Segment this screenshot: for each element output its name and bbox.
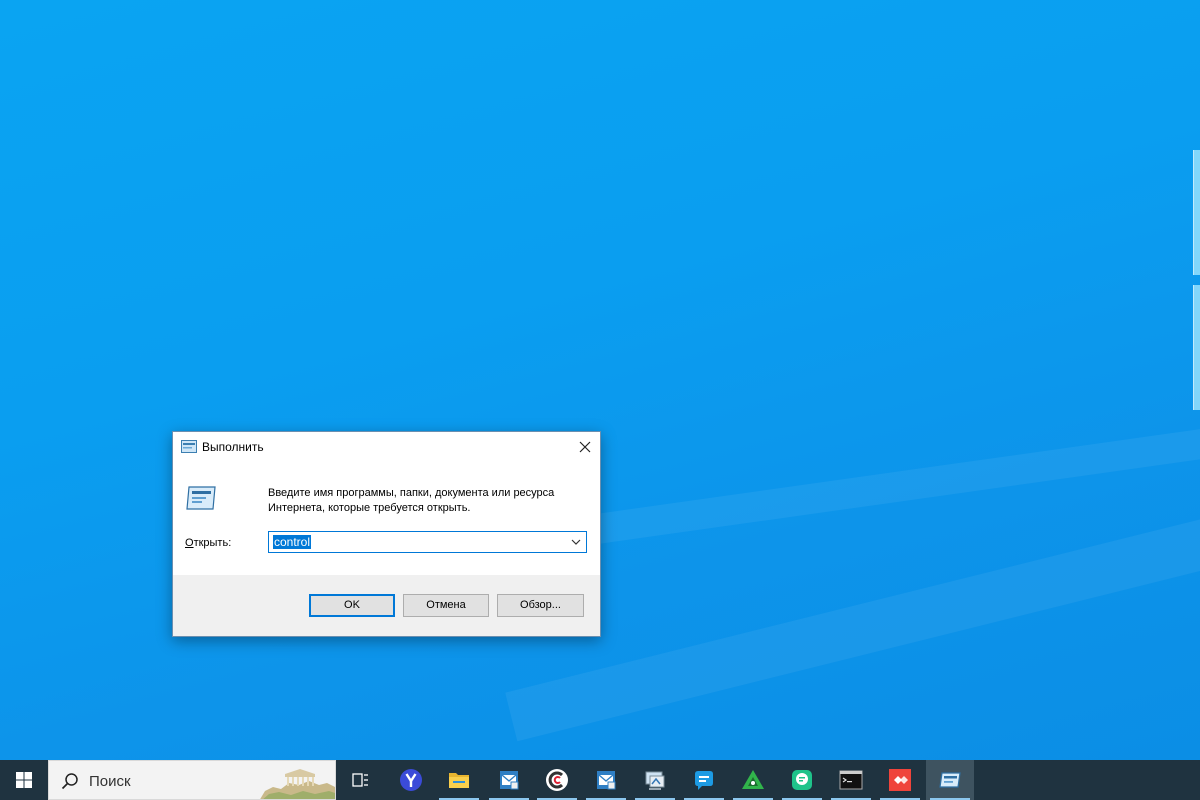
dialog-description: Введите имя программы, папки, документа …	[268, 487, 555, 514]
close-icon	[579, 441, 591, 453]
taskbar-app-mail-1[interactable]	[485, 760, 533, 800]
desktop-background: Выполнить Введите имя программы, папки, …	[0, 0, 1200, 760]
remote-desktop-icon	[645, 771, 665, 790]
taskbar-app-terminal[interactable]	[827, 760, 875, 800]
folder-icon	[449, 773, 469, 788]
cancel-button[interactable]: Отмена	[403, 594, 489, 617]
chevron-down-icon[interactable]	[570, 536, 582, 548]
wallpaper-light-beam	[505, 508, 1200, 742]
taskbar-app-remote-desktop[interactable]	[631, 760, 679, 800]
search-icon	[61, 773, 78, 790]
taskbar-app-task-view[interactable]	[336, 760, 384, 800]
taskbar-app-run[interactable]	[926, 760, 974, 800]
wallpaper-window-edge	[1193, 150, 1200, 275]
anydesk-icon	[889, 769, 911, 791]
taskbar-app-mail-2[interactable]	[582, 760, 630, 800]
wallpaper-light-beam	[561, 421, 1200, 549]
green-triangle-icon	[742, 770, 764, 789]
mail-icon	[500, 771, 519, 790]
taskbar-search[interactable]: Поиск	[48, 760, 336, 800]
task-view-icon	[352, 773, 368, 787]
taskbar-app-triangle[interactable]	[729, 760, 777, 800]
search-placeholder: Поиск	[89, 773, 131, 790]
open-label: Открыть:	[185, 537, 231, 549]
run-program-icon	[186, 486, 216, 510]
wallpaper-window-edge	[1193, 285, 1200, 410]
mail-icon	[597, 771, 616, 790]
taskbar-app-anydesk[interactable]	[876, 760, 924, 800]
yandex-browser-icon	[400, 769, 422, 791]
open-label-accelerator: О	[185, 537, 194, 549]
green-chat-icon	[792, 770, 812, 790]
run-dialog: Выполнить Введите имя программы, папки, …	[172, 431, 601, 637]
search-highlight-illustration	[260, 769, 335, 799]
start-button[interactable]	[0, 760, 48, 800]
browse-button[interactable]: Обзор...	[497, 594, 584, 617]
dialog-body: Введите имя программы, папки, документа …	[173, 462, 600, 575]
terminal-icon	[839, 770, 863, 790]
open-combobox[interactable]: control	[268, 531, 587, 553]
run-icon	[939, 772, 961, 788]
windows-logo-icon	[16, 772, 32, 788]
taskbar-app-ccleaner[interactable]	[533, 760, 581, 800]
open-input[interactable]: control	[273, 535, 312, 549]
close-button[interactable]	[570, 432, 600, 462]
dialog-title: Выполнить	[202, 440, 264, 454]
taskbar-app-messenger-2[interactable]	[778, 760, 826, 800]
taskbar-app-messenger-1[interactable]	[680, 760, 728, 800]
taskbar-app-yandex-browser[interactable]	[387, 760, 435, 800]
taskbar-app-file-explorer[interactable]	[435, 760, 483, 800]
ok-button[interactable]: OK	[309, 594, 395, 617]
open-label-text: ткрыть:	[193, 537, 232, 549]
chat-bubble-icon	[695, 771, 713, 790]
run-icon	[181, 440, 197, 453]
ccleaner-icon	[546, 769, 568, 791]
dialog-titlebar[interactable]: Выполнить	[173, 432, 600, 462]
taskbar: Поиск	[0, 760, 1200, 800]
